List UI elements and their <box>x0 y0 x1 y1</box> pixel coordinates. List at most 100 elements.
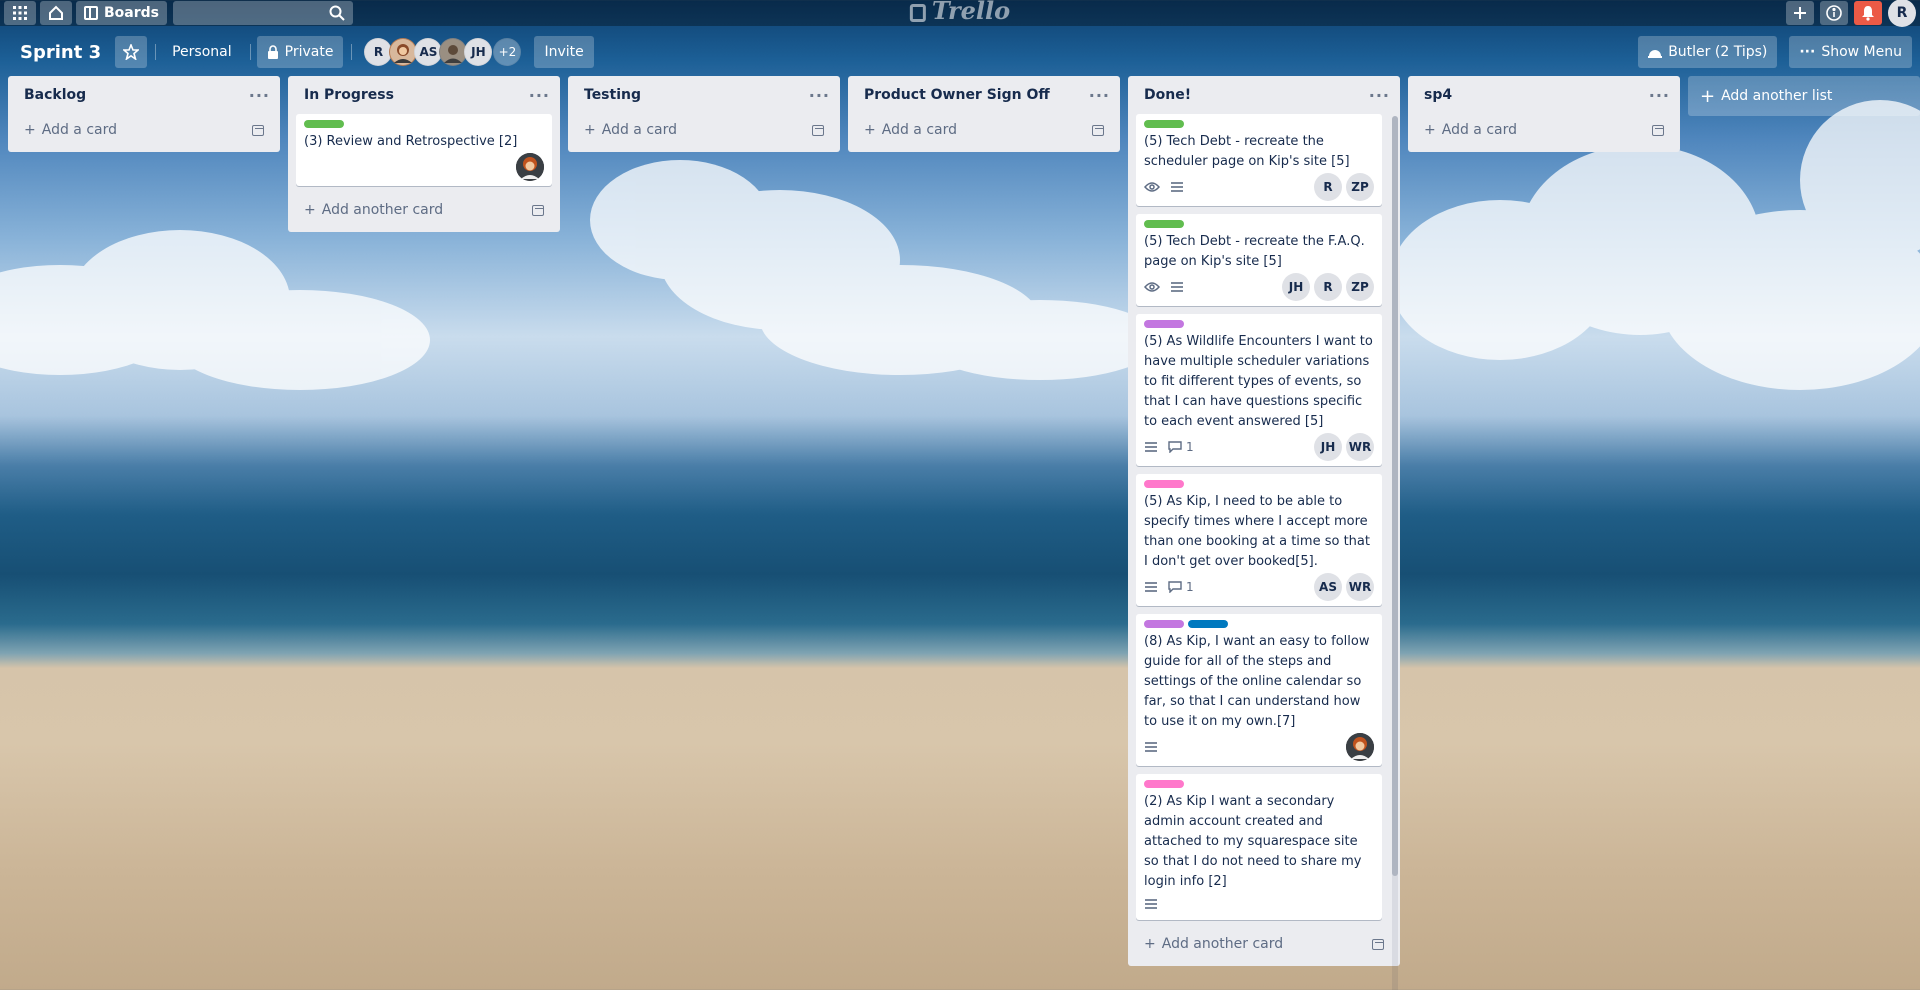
list-menu-button[interactable]: ··· <box>529 86 550 105</box>
invite-button[interactable]: Invite <box>534 36 594 68</box>
add-card-label: Add another card <box>1161 936 1284 952</box>
list-sp4: sp4 ··· + Add a card <box>1408 76 1680 152</box>
card-template-icon[interactable] <box>532 204 544 216</box>
add-card-label: Add a card <box>41 122 117 138</box>
visibility-label: Private <box>284 44 334 60</box>
list-title[interactable]: Done! <box>1144 87 1191 103</box>
invite-label: Invite <box>544 44 584 60</box>
card[interactable]: (5) As Kip, I need to be able to specify… <box>1136 474 1382 606</box>
user-avatar[interactable]: R <box>1888 0 1916 27</box>
add-card-button[interactable]: + Add a card <box>856 114 1112 146</box>
notifications-button[interactable] <box>1854 1 1882 25</box>
comment-count: 1 <box>1186 580 1194 594</box>
add-card-label: Add a card <box>881 122 957 138</box>
home-icon <box>49 5 63 20</box>
add-card-label: Add a card <box>601 122 677 138</box>
add-card-button[interactable]: + Add a card <box>576 114 832 146</box>
list-menu-button[interactable]: ··· <box>1649 86 1670 105</box>
list-title[interactable]: Testing <box>584 87 641 103</box>
card-label-pink[interactable] <box>1144 780 1184 788</box>
member-avatar[interactable]: JH <box>1282 273 1310 301</box>
card[interactable]: (3) Review and Retrospective [2] <box>296 114 552 186</box>
trello-logo[interactable]: Trello <box>909 0 1010 25</box>
description-badge <box>1144 898 1158 910</box>
member-avatar[interactable]: JH <box>464 38 493 66</box>
card-label-pink[interactable] <box>1144 480 1184 488</box>
card-template-icon[interactable] <box>812 124 824 136</box>
list-title[interactable]: Backlog <box>24 87 86 103</box>
list-title[interactable]: sp4 <box>1424 87 1452 103</box>
card[interactable]: (5) As Wildlife Encounters I want to hav… <box>1136 314 1382 466</box>
card[interactable]: (5) Tech Debt - recreate the scheduler p… <box>1136 114 1382 206</box>
list-menu-button[interactable]: ··· <box>249 86 270 105</box>
add-card-button[interactable]: + Add a card <box>1416 114 1672 146</box>
card-template-icon[interactable] <box>1652 124 1664 136</box>
card[interactable]: (5) Tech Debt - recreate the F.A.Q. page… <box>1136 214 1382 306</box>
member-avatar[interactable]: AS <box>1314 573 1342 601</box>
comments-badge: 1 <box>1168 580 1194 594</box>
description-badge <box>1144 581 1158 593</box>
card-label-green[interactable] <box>1144 220 1184 228</box>
card-title: (8) As Kip, I want an easy to follow gui… <box>1144 634 1370 729</box>
star-button[interactable] <box>115 36 148 68</box>
bell-icon <box>1862 6 1874 21</box>
add-list-button[interactable]: + Add another list <box>1688 76 1920 116</box>
card-label-purple[interactable] <box>1144 320 1184 328</box>
member-avatar[interactable]: ZP <box>1346 173 1374 201</box>
member-avatar[interactable]: ZP <box>1346 273 1374 301</box>
info-button[interactable] <box>1820 1 1848 25</box>
add-card-button[interactable]: + Add a card <box>16 114 272 146</box>
team-button[interactable]: Personal <box>162 36 242 68</box>
add-card-button[interactable]: + Add another card <box>296 194 552 226</box>
add-card-button[interactable]: + Add another card <box>1136 928 1392 960</box>
card-template-icon[interactable] <box>1372 938 1384 950</box>
scrollbar-thumb[interactable] <box>1392 116 1398 876</box>
list-title[interactable]: Product Owner Sign Off <box>864 87 1050 103</box>
member-avatar[interactable]: R <box>1314 173 1342 201</box>
member-avatar-photo[interactable] <box>389 38 418 66</box>
list-in-progress: In Progress ··· (3) Review and Retrospec… <box>288 76 560 232</box>
list-title[interactable]: In Progress <box>304 87 394 103</box>
butler-label: Butler (2 Tips) <box>1668 44 1768 60</box>
visibility-button[interactable]: Private <box>256 36 344 68</box>
member-avatar[interactable]: WR <box>1346 433 1374 461</box>
info-icon <box>1826 5 1842 21</box>
member-avatar[interactable]: AS <box>414 38 443 66</box>
list-scrollbar[interactable] <box>1392 116 1398 990</box>
list-menu-button[interactable]: ··· <box>809 86 830 105</box>
card-template-icon[interactable] <box>252 124 264 136</box>
member-avatar[interactable]: WR <box>1346 573 1374 601</box>
more-members-button[interactable]: +2 <box>493 38 522 66</box>
search-input[interactable] <box>173 1 353 25</box>
card[interactable]: (8) As Kip, I want an easy to follow gui… <box>1136 614 1382 766</box>
member-avatar[interactable]: JH <box>1314 433 1342 461</box>
card-label-green[interactable] <box>304 120 344 128</box>
grid-icon <box>13 6 27 20</box>
member-avatar-photo[interactable] <box>439 38 468 66</box>
card-template-icon[interactable] <box>1092 124 1104 136</box>
card-label-purple[interactable] <box>1144 620 1184 628</box>
top-navigation-bar: Boards Trello R <box>0 0 1920 27</box>
member-avatar[interactable]: R <box>1314 273 1342 301</box>
butler-button[interactable]: Butler (2 Tips) <box>1638 36 1778 68</box>
description-icon <box>1171 182 1183 192</box>
boards-button[interactable]: Boards <box>76 1 167 25</box>
apps-button[interactable] <box>4 1 36 25</box>
home-button[interactable] <box>40 1 72 25</box>
board-members: R AS JH +2 <box>364 38 522 66</box>
card-label-blue[interactable] <box>1188 620 1228 628</box>
comment-count: 1 <box>1186 440 1194 454</box>
add-card-label: Add another card <box>321 202 444 218</box>
card-label-green[interactable] <box>1144 120 1184 128</box>
list-menu-button[interactable]: ··· <box>1089 86 1110 105</box>
card[interactable]: (2) As Kip I want a secondary admin acco… <box>1136 774 1382 920</box>
member-avatar-photo[interactable] <box>516 153 544 181</box>
member-avatar-photo[interactable] <box>1346 733 1374 761</box>
add-list-label: Add another list <box>1721 88 1833 104</box>
member-avatar[interactable]: R <box>364 38 393 66</box>
list-menu-button[interactable]: ··· <box>1369 86 1390 105</box>
list-done: Done! ··· (5) Tech Debt - recreate the s… <box>1128 76 1400 990</box>
board-title[interactable]: Sprint 3 <box>12 38 109 67</box>
show-menu-button[interactable]: ··· Show Menu <box>1789 36 1912 68</box>
create-button[interactable] <box>1786 1 1814 25</box>
